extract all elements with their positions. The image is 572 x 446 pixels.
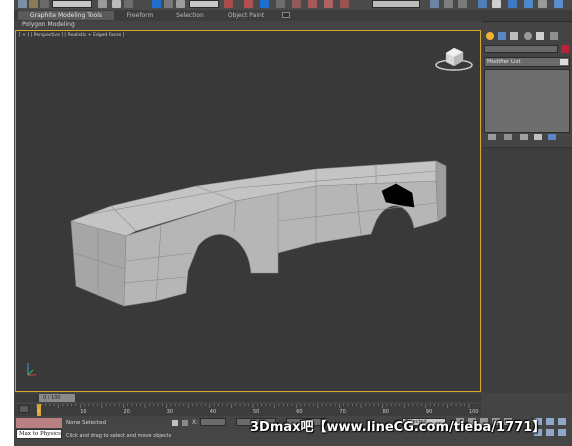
maxscript-mini-listener[interactable]: Max to Physics (16, 429, 62, 439)
motion-tab-icon[interactable] (524, 32, 532, 40)
tick-label: 40 (209, 409, 217, 415)
tab-object-paint[interactable]: Object Paint (218, 11, 274, 20)
selection-filter-dropdown[interactable] (52, 0, 92, 8)
curve-editor-icon[interactable] (458, 0, 467, 8)
snap-icon[interactable] (244, 0, 253, 8)
modify-tab-icon[interactable] (498, 32, 506, 40)
tick-labels: 0 10 20 30 40 50 60 70 80 90 100 (35, 408, 479, 416)
schematic-view-icon[interactable] (478, 0, 487, 8)
chevron-down-icon (560, 59, 568, 65)
utilities-tab-icon[interactable] (550, 32, 558, 40)
graphite-toggle-icon[interactable] (444, 0, 453, 8)
rollout-area (482, 148, 572, 393)
ribbon-panel-bar: Polygon Modeling (14, 21, 482, 29)
mini-curve-editor-icon[interactable] (19, 405, 29, 413)
remove-modifier-icon[interactable] (534, 134, 542, 140)
display-tab-icon[interactable] (536, 32, 544, 40)
tick-label: 0 (37, 409, 41, 415)
x-coordinate-label: X: (192, 419, 199, 426)
select-object-icon[interactable] (98, 0, 107, 8)
modifier-list-dropdown[interactable]: Modifier List (484, 57, 570, 67)
ribbon-options-icon[interactable] (282, 12, 290, 18)
named-selection-sets-dropdown[interactable] (372, 0, 420, 8)
show-end-result-icon[interactable] (504, 134, 512, 140)
create-tab-icon[interactable] (486, 32, 494, 40)
scale-icon[interactable] (176, 0, 185, 8)
render-production-icon[interactable] (538, 0, 547, 8)
tab-selection[interactable]: Selection (166, 11, 214, 20)
reference-coordinate-dropdown[interactable] (189, 0, 219, 8)
tab-graphite-modeling-tools[interactable]: Graphite Modeling Tools (18, 11, 114, 20)
track-bar[interactable]: 0 10 20 30 40 50 60 70 80 90 100 (15, 404, 481, 416)
watermark-text: 3Dmax吧【www.lineCG.com/tieba/1771】 (250, 420, 546, 435)
select-by-name-icon[interactable] (112, 0, 121, 8)
main-toolbar (14, 0, 572, 10)
zoom-extents-icon[interactable] (558, 418, 566, 425)
rectangular-selection-icon[interactable] (124, 0, 133, 8)
maxscript-text: Max to Physics (19, 431, 61, 437)
viewcube-icon[interactable] (435, 47, 473, 71)
object-name-field[interactable] (484, 45, 558, 53)
tick-label: 30 (166, 409, 173, 415)
selection-info: None Selected (66, 420, 106, 426)
edit-named-selection-icon[interactable] (308, 0, 317, 8)
maxscript-listener[interactable] (16, 418, 62, 428)
car-body-mesh[interactable] (70, 160, 447, 307)
prompt-line: Click and drag to select and move object… (66, 433, 172, 439)
pan-view-icon[interactable] (546, 429, 554, 436)
make-unique-icon[interactable] (520, 134, 528, 140)
spinner-snap-icon[interactable] (292, 0, 301, 8)
configure-modifier-sets-icon[interactable] (548, 134, 556, 140)
tick-label: 20 (123, 409, 130, 415)
redo-icon[interactable] (29, 0, 38, 8)
angle-snap-icon[interactable] (260, 0, 269, 8)
perspective-viewport[interactable]: [ + ] [ Perspective ] [ Realistic + Edge… (15, 30, 481, 392)
max-application: Graphite Modeling Tools Freeform Selecti… (14, 0, 572, 446)
orbit-icon[interactable] (558, 429, 566, 436)
object-color-swatch[interactable] (561, 45, 569, 53)
rendered-frame-window-icon[interactable] (524, 0, 533, 8)
viewport-scene (27, 47, 473, 376)
tab-freeform[interactable]: Freeform (116, 11, 164, 20)
modifier-stack[interactable] (484, 69, 570, 133)
axis-tripod-icon (27, 363, 36, 376)
command-panel: Modifier List (482, 29, 572, 393)
undo-icon[interactable] (18, 0, 27, 8)
transform-type-in-icon[interactable] (182, 420, 188, 426)
tick-label: 60 (296, 409, 303, 415)
mirror-icon[interactable] (324, 0, 333, 8)
pin-stack-icon[interactable] (488, 134, 496, 140)
select-and-move-icon[interactable] (152, 0, 161, 8)
time-slider[interactable]: 0 / 100 (15, 394, 481, 402)
hierarchy-tab-icon[interactable] (510, 32, 518, 40)
tick-label: 90 (425, 409, 433, 415)
tick-label: 80 (382, 409, 389, 415)
panel-label-polygon-modeling[interactable]: Polygon Modeling (22, 21, 75, 29)
pivot-icon[interactable] (224, 0, 233, 8)
align-icon[interactable] (340, 0, 349, 8)
material-editor-icon[interactable] (492, 0, 501, 8)
tick-label: 100 (469, 409, 479, 415)
render-iterative-icon[interactable] (554, 0, 563, 8)
tick-label: 10 (80, 409, 87, 415)
render-setup-icon[interactable] (508, 0, 517, 8)
frame-readout: 0 / 100 (43, 395, 61, 401)
percent-snap-icon[interactable] (276, 0, 285, 8)
tick-label: 50 (253, 409, 260, 415)
link-icon[interactable] (40, 0, 49, 8)
time-slider-thumb[interactable]: 0 / 100 (39, 394, 75, 402)
x-coordinate-field[interactable] (200, 418, 226, 426)
layer-manager-icon[interactable] (430, 0, 439, 8)
zoom-all-icon[interactable] (546, 418, 554, 425)
lock-selection-icon[interactable] (172, 420, 178, 426)
tick-label: 70 (339, 409, 346, 415)
rotate-icon[interactable] (164, 0, 173, 8)
modifier-list-label: Modifier List (487, 59, 521, 65)
